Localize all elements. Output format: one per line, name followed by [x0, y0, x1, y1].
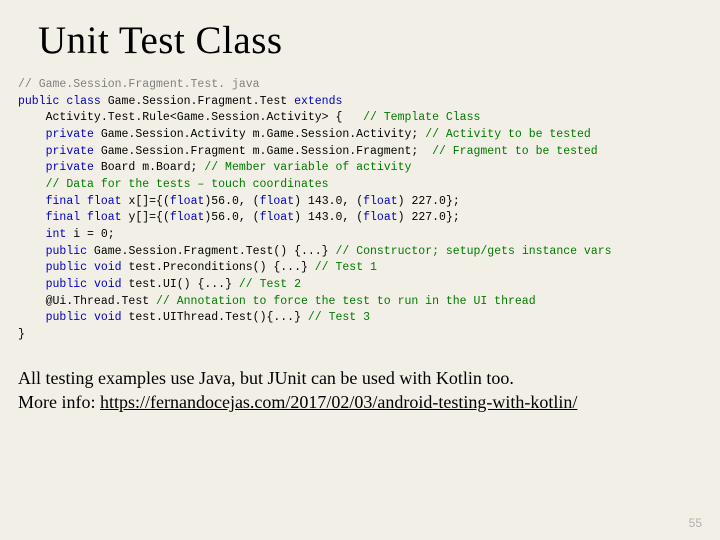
code-text [18, 178, 46, 191]
code-keyword: float [170, 195, 205, 208]
code-text [80, 195, 87, 208]
code-text [87, 311, 94, 324]
code-text: ) 143.0, ( [294, 211, 363, 224]
code-text: test.UI() {...} [122, 278, 239, 291]
code-text: ) 227.0}; [398, 211, 460, 224]
code-keyword: final [46, 195, 81, 208]
code-text: } [18, 328, 25, 341]
code-text [87, 261, 94, 274]
code-comment: // Test 2 [239, 278, 301, 291]
code-keyword: void [94, 261, 122, 274]
code-keyword: public [46, 245, 87, 258]
code-text: Game.Session.Fragment m.Game.Session.Fra… [94, 145, 432, 158]
code-text [87, 278, 94, 291]
code-text: ) 227.0}; [398, 195, 460, 208]
code-comment: // Constructor; setup/gets instance vars [335, 245, 611, 258]
code-keyword: void [94, 311, 122, 324]
code-keyword: float [363, 195, 398, 208]
code-text: ) 143.0, ( [294, 195, 363, 208]
code-text: test.Preconditions() {...} [122, 261, 315, 274]
code-text: Game.Session.Activity m.Game.Session.Act… [94, 128, 425, 141]
code-keyword: float [260, 195, 295, 208]
code-text: y[]={( [122, 211, 170, 224]
code-text: test.UIThread.Test(){...} [122, 311, 308, 324]
code-keyword: public [18, 95, 59, 108]
more-info-link[interactable]: https://fernandocejas.com/2017/02/03/and… [100, 392, 577, 412]
code-text [18, 278, 46, 291]
code-text: Game.Session.Fragment.Test() {...} [87, 245, 335, 258]
code-block: // Game.Session.Fragment.Test. java publ… [18, 77, 692, 344]
code-comment: // Game.Session.Fragment.Test. java [18, 78, 260, 91]
code-text: @Ui.Thread.Test [18, 295, 156, 308]
code-text [18, 161, 46, 174]
slide: Unit Test Class // Game.Session.Fragment… [0, 0, 720, 540]
code-text [18, 145, 46, 158]
code-keyword: float [170, 211, 205, 224]
code-text [18, 261, 46, 274]
code-keyword: private [46, 145, 94, 158]
code-text [18, 211, 46, 224]
footer-line2-prefix: More info: [18, 392, 100, 412]
code-text: x[]={( [122, 195, 170, 208]
code-comment: // Test 3 [308, 311, 370, 324]
code-keyword: float [363, 211, 398, 224]
code-keyword: private [46, 161, 94, 174]
code-text [18, 195, 46, 208]
code-keyword: void [94, 278, 122, 291]
code-keyword: final [46, 211, 81, 224]
code-keyword: extends [294, 95, 342, 108]
code-comment: // Activity to be tested [425, 128, 591, 141]
code-keyword: float [87, 195, 122, 208]
code-comment: // Data for the tests – touch coordinate… [46, 178, 329, 191]
code-text: )56.0, ( [204, 211, 259, 224]
code-comment: // Template Class [363, 111, 480, 124]
code-comment: // Annotation to force the test to run i… [156, 295, 536, 308]
code-text: Activity.Test.Rule<Game.Session.Activity… [18, 111, 363, 124]
code-keyword: public [46, 278, 87, 291]
code-keyword: float [260, 211, 295, 224]
code-keyword: int [46, 228, 67, 241]
code-keyword: public [46, 261, 87, 274]
page-title: Unit Test Class [38, 18, 692, 63]
footer-text: All testing examples use Java, but JUnit… [18, 366, 692, 415]
footer-line1: All testing examples use Java, but JUnit… [18, 368, 514, 388]
code-comment: // Test 1 [315, 261, 377, 274]
code-text [18, 128, 46, 141]
code-comment: // Member variable of activity [204, 161, 411, 174]
code-text: Game.Session.Fragment.Test [101, 95, 294, 108]
code-text [80, 211, 87, 224]
code-text [18, 311, 46, 324]
code-text [18, 228, 46, 241]
code-text: i = 0; [66, 228, 114, 241]
code-keyword: class [66, 95, 101, 108]
code-keyword: private [46, 128, 94, 141]
code-text: Board m.Board; [94, 161, 204, 174]
code-text [18, 245, 46, 258]
code-keyword: public [46, 311, 87, 324]
code-text: )56.0, ( [204, 195, 259, 208]
code-keyword: float [87, 211, 122, 224]
page-number: 55 [689, 516, 702, 530]
code-comment: // Fragment to be tested [432, 145, 598, 158]
